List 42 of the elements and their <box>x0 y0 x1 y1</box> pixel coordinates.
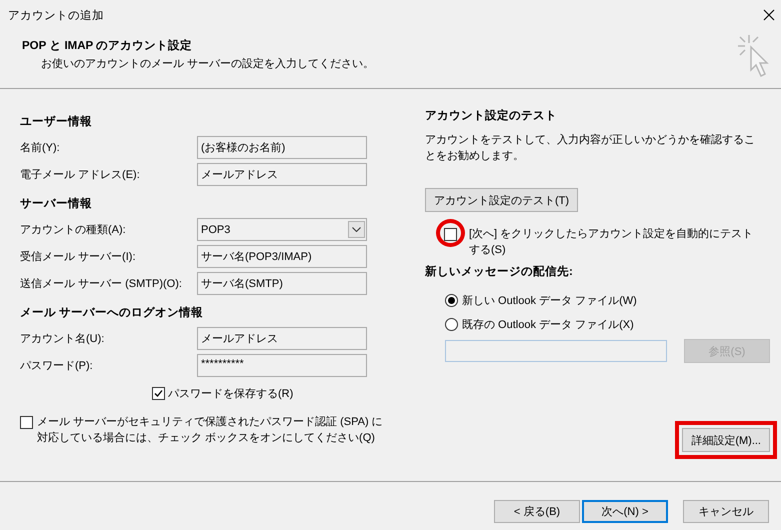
checkbox[interactable] <box>20 416 33 429</box>
radio-button[interactable] <box>445 294 458 306</box>
footer-button[interactable]: < 戻る(B) <box>494 500 580 523</box>
field-label: 名前(Y): <box>20 141 61 156</box>
field-label: 電子メール アドレス(E): <box>20 168 141 183</box>
checkbox-label[interactable]: パスワードを保存する(R) <box>168 386 294 400</box>
chevron-down-icon <box>352 227 361 232</box>
radio-label[interactable]: 新しい Outlook データ ファイル(W) <box>462 292 637 308</box>
field-label: 送信メール サーバー (SMTP)(O): <box>20 277 183 292</box>
footer-button[interactable]: 次へ(N) > <box>582 500 668 523</box>
text-field[interactable]: サーバ名(POP3/IMAP) <box>197 245 367 268</box>
password-field[interactable]: ********** <box>197 354 367 377</box>
checkbox[interactable] <box>444 228 457 241</box>
text-field[interactable]: メールアドレス <box>197 163 367 186</box>
section-heading: ユーザー情報 <box>20 114 92 128</box>
window-title: アカウントの追加 <box>8 8 104 22</box>
radio-button[interactable] <box>445 318 458 330</box>
description-text: アカウントをテストして、入力内容が正しいかどうかを確認することをお勧めします。 <box>425 132 756 164</box>
footer-button[interactable]: キャンセル <box>683 500 769 523</box>
text-field[interactable]: サーバ名(SMTP) <box>197 272 367 295</box>
checkbox-label[interactable]: メール サーバーがセキュリティで保護されたパスワード認証 (SPA) に対応している場合には、チェック ボックスをオンにしてください(Q) <box>37 414 386 446</box>
close-icon[interactable] <box>763 9 775 21</box>
account-type-dropdown[interactable]: POP3 <box>197 218 367 241</box>
file-path-field[interactable] <box>445 340 667 362</box>
field-label: アカウントの種類(A): <box>20 223 127 238</box>
field-label: 受信メール サーバー(I): <box>20 250 136 265</box>
text-field[interactable]: メールアドレス <box>197 327 367 350</box>
header-title: POP と IMAP のアカウント設定 <box>22 38 194 53</box>
radio-label[interactable]: 既存の Outlook データ ファイル(X) <box>462 316 634 332</box>
field-label: パスワード(P): <box>20 359 94 374</box>
checkbox-label[interactable]: [次へ] をクリックしたらアカウント設定を自動的にテストする(S) <box>469 226 764 258</box>
checkbox[interactable] <box>152 386 165 400</box>
section-heading: 新しいメッセージの配信先: <box>425 264 573 278</box>
section-heading: メール サーバーへのログオン情報 <box>20 305 204 320</box>
text-field[interactable]: (お客様のお名前) <box>197 136 367 159</box>
section-heading: サーバー情報 <box>20 196 92 210</box>
test-account-button[interactable]: アカウント設定のテスト(T) <box>425 188 578 212</box>
more-settings-button[interactable]: 詳細設定(M)... <box>682 428 770 452</box>
section-heading: アカウント設定のテスト <box>425 108 557 122</box>
dropdown-button[interactable] <box>348 221 365 238</box>
field-label: アカウント名(U): <box>20 332 106 347</box>
header-subtitle: お使いのアカウントのメール サーバーの設定を入力してください。 <box>41 56 374 71</box>
